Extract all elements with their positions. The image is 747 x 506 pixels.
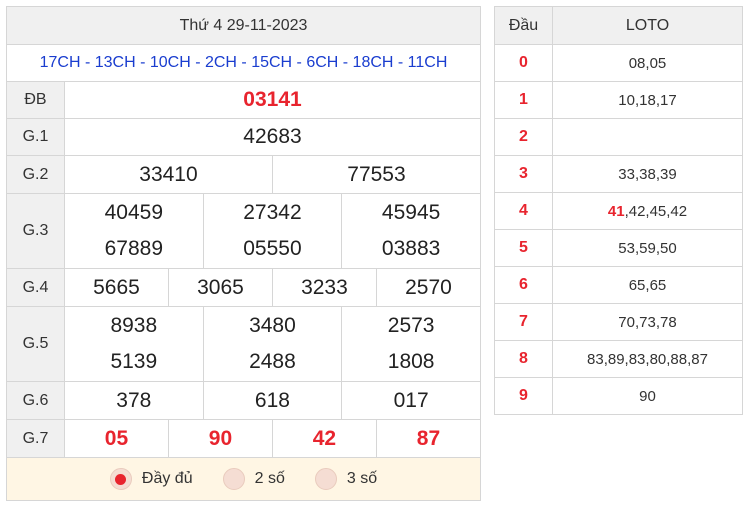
- loto-head-digit: 3: [494, 155, 553, 193]
- loto-row: 7 70,73,78: [494, 303, 743, 341]
- radio-selected-icon[interactable]: [109, 468, 132, 490]
- prize-g1-value: 42683: [64, 118, 481, 156]
- prize-label-g4: G.4: [6, 268, 65, 307]
- prize-label-g3: G.3: [6, 193, 65, 269]
- prize-g5-value: 3480: [249, 314, 296, 337]
- loto-values: 83,89,83,80,88,87: [552, 340, 743, 378]
- prize-label-g6: G.6: [6, 381, 65, 420]
- loto-values: 53,59,50: [552, 229, 743, 267]
- results-table: Thứ 4 29-11-2023 17CH - 13CH - 10CH - 2C…: [6, 6, 482, 501]
- loto-row: 8 83,89,83,80,88,87: [494, 340, 743, 378]
- prize-g5-cell: 2573 1808: [341, 306, 481, 382]
- loto-row: 6 65,65: [494, 266, 743, 304]
- prize-g5-value: 2488: [249, 350, 296, 373]
- prize-g3-cell: 45945 03883: [341, 193, 481, 269]
- radio-dot-icon: [115, 473, 127, 485]
- prize-g4-value: 5665: [64, 268, 169, 307]
- mode-option-full[interactable]: Đầy đủ: [109, 468, 193, 490]
- prize-g3-value: 40459: [104, 201, 164, 224]
- prize-label-db: ĐB: [6, 81, 65, 119]
- prize-label-g7: G.7: [6, 419, 65, 458]
- prize-g3-cell: 27342 05550: [202, 193, 343, 269]
- mode-option-two[interactable]: 2 số: [222, 468, 285, 490]
- loto-head-digit: 2: [494, 118, 553, 156]
- mode-option-label: 2 số: [254, 470, 285, 487]
- loto-values: 08,05: [552, 44, 743, 82]
- prize-g6-value: 378: [64, 381, 204, 420]
- prize-g2-value: 77553: [271, 155, 482, 194]
- prize-g3-value: 03883: [381, 237, 441, 260]
- loto-values: 90: [552, 377, 743, 415]
- loto-values: [552, 118, 743, 156]
- prize-g7-value: 42: [271, 419, 377, 458]
- loto-row: 3 33,38,39: [494, 155, 743, 193]
- prize-g2-value: 33410: [64, 155, 273, 194]
- prize-g7-value: 90: [167, 419, 273, 458]
- prize-g5-value: 8938: [110, 314, 158, 337]
- loto-table: Đầu LOTO 0 08,05 1 10,18,17 2 3 33,38,39 44…: [494, 6, 743, 415]
- mode-option-label: 3 số: [346, 470, 378, 487]
- loto-row: 1 10,18,17: [494, 81, 743, 119]
- prize-g3-value: 67889: [104, 237, 164, 260]
- prize-g7-value: 05: [64, 419, 169, 458]
- prize-g5-cell: 3480 2488: [202, 306, 343, 382]
- loto-head-digit: 8: [494, 340, 553, 378]
- prize-g5-value: 2573: [387, 314, 435, 337]
- draw-date: Thứ 4 29-11-2023: [6, 6, 481, 45]
- prize-g4-value: 2570: [375, 268, 482, 307]
- prize-g5-value: 1808: [387, 350, 435, 373]
- prize-label-g1: G.1: [6, 118, 65, 156]
- prize-g3-cell: 40459 67889: [64, 193, 204, 269]
- prize-db-value: 03141: [64, 81, 481, 119]
- draw-codes: 17CH - 13CH - 10CH - 2CH - 15CH - 6CH - …: [6, 44, 481, 82]
- mode-option-label: Đầy đủ: [141, 470, 193, 487]
- loto-head-digit: 0: [494, 44, 553, 82]
- prize-g4-value: 3065: [167, 268, 273, 307]
- prize-label-g5: G.5: [6, 306, 65, 382]
- loto-highlight-value: 41: [607, 202, 625, 220]
- loto-row: 0 08,05: [494, 44, 743, 82]
- prize-g5-cell: 8938 5139: [64, 306, 204, 382]
- radio-icon[interactable]: [222, 468, 245, 490]
- loto-row: 2: [494, 118, 743, 156]
- loto-values: 41,42,45,42: [552, 192, 743, 230]
- prize-g3-value: 45945: [381, 201, 441, 224]
- loto-head-digit: 1: [494, 81, 553, 119]
- display-mode-group: Đầy đủ 2 số 3 số: [7, 468, 480, 490]
- loto-values-column-header: LOTO: [552, 6, 743, 45]
- loto-head-digit: 6: [494, 266, 553, 304]
- loto-values: 65,65: [552, 266, 743, 304]
- loto-head-digit: 5: [494, 229, 553, 267]
- loto-head-digit: 4: [494, 192, 553, 230]
- prize-g4-value: 3233: [271, 268, 377, 307]
- prize-g3-value: 27342: [243, 201, 302, 224]
- loto-values: 10,18,17: [552, 81, 743, 119]
- loto-values: 70,73,78: [552, 303, 743, 341]
- prize-g7-value: 87: [375, 419, 482, 458]
- loto-row: 9 90: [494, 377, 743, 415]
- loto-values-rest: ,42,45,42: [624, 202, 688, 220]
- prize-g6-value: 618: [202, 381, 343, 420]
- loto-head-column-header: Đầu: [494, 6, 553, 45]
- mode-option-three[interactable]: 3 số: [314, 468, 378, 490]
- prize-g5-value: 5139: [110, 350, 158, 373]
- prize-g3-value: 05550: [243, 237, 302, 260]
- prize-g6-value: 017: [341, 381, 481, 420]
- radio-icon[interactable]: [314, 468, 337, 490]
- loto-row: 4 41,42,45,42: [494, 192, 743, 230]
- loto-values: 33,38,39: [552, 155, 743, 193]
- loto-head-digit: 9: [494, 377, 553, 415]
- loto-head-digit: 7: [494, 303, 553, 341]
- display-mode-bar: Đầy đủ 2 số 3 số: [6, 457, 481, 501]
- loto-row: 5 53,59,50: [494, 229, 743, 267]
- prize-label-g2: G.2: [6, 155, 65, 194]
